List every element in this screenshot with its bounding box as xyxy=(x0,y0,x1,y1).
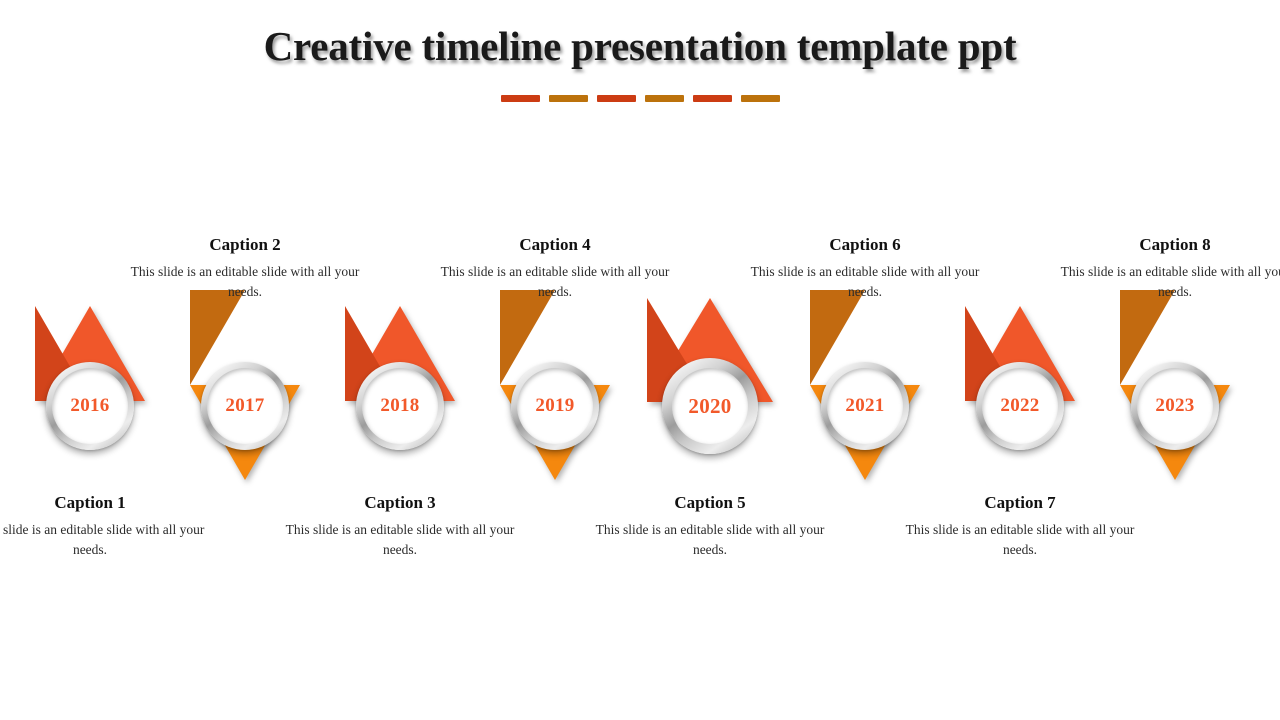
timeline-container: 2016Caption 1This slide is an editable s… xyxy=(0,0,1280,720)
year-badge[interactable]: 2016 xyxy=(46,362,134,450)
year-badge[interactable]: 2022 xyxy=(976,362,1064,450)
year-badge[interactable]: 2019 xyxy=(511,362,599,450)
year-label: 2019 xyxy=(517,368,593,444)
year-label: 2017 xyxy=(207,368,283,444)
year-label: 2022 xyxy=(982,368,1058,444)
timeline-node[interactable]: 2023 Caption 8 This slide is an editable s… xyxy=(1061,0,1280,720)
caption-title: Caption 8 xyxy=(1139,235,1211,254)
year-badge[interactable]: 2018 xyxy=(356,362,444,450)
caption-body: This slide is an editable slide with all… xyxy=(1060,264,1280,299)
year-badge[interactable]: 2020 xyxy=(662,358,758,454)
year-badge[interactable]: 2023 xyxy=(1131,362,1219,450)
year-label: 2023 xyxy=(1137,368,1213,444)
caption-block: Caption 8 This slide is an editable slide… xyxy=(1060,234,1280,301)
year-label: 2021 xyxy=(827,368,903,444)
year-label: 2018 xyxy=(362,368,438,444)
year-label: 2020 xyxy=(672,368,748,444)
year-badge[interactable]: 2021 xyxy=(821,362,909,450)
year-label: 2016 xyxy=(52,368,128,444)
year-badge[interactable]: 2017 xyxy=(201,362,289,450)
